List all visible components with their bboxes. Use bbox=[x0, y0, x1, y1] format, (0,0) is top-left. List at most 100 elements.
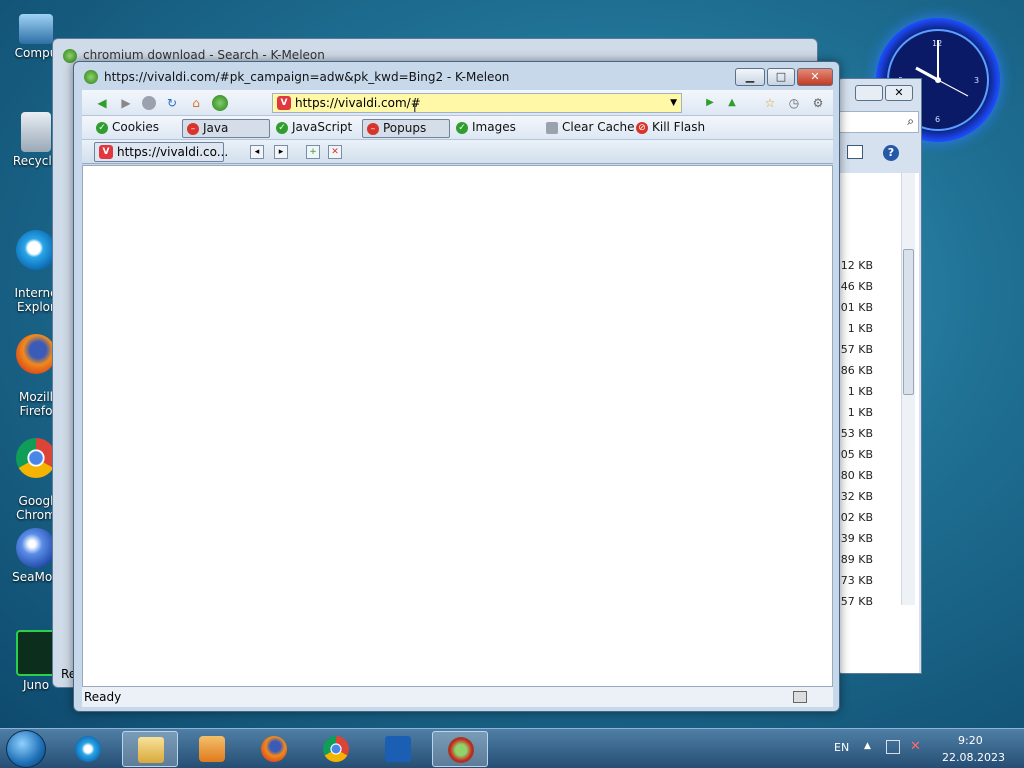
taskbar-media-player[interactable] bbox=[184, 731, 240, 767]
status-bar: Ready bbox=[82, 687, 833, 707]
desktop-icon-label: Juno bbox=[22, 678, 50, 692]
status-text: Ready bbox=[84, 690, 122, 704]
clear-cache-button[interactable]: Clear Cache bbox=[542, 119, 635, 138]
taskbar-kmeleon[interactable] bbox=[432, 731, 488, 767]
internet-explorer-icon bbox=[75, 736, 101, 762]
popups-toggle[interactable]: – Popups bbox=[362, 119, 450, 138]
trash-icon bbox=[546, 122, 558, 134]
firefox-icon bbox=[16, 334, 56, 374]
clock-time[interactable]: 9:20 bbox=[958, 734, 983, 747]
new-tab-icon[interactable]: + bbox=[306, 145, 320, 159]
tab-bar: V https://vivaldi.co... ◂ ▸ + ✕ bbox=[82, 140, 833, 164]
folder-icon bbox=[138, 737, 164, 763]
juno-icon bbox=[16, 630, 56, 676]
gear-icon[interactable]: ⚙ bbox=[810, 95, 826, 111]
chevron-down-icon[interactable]: ▼ bbox=[670, 94, 677, 112]
seamonkey-icon bbox=[16, 528, 56, 568]
firefox-icon bbox=[261, 736, 287, 762]
tray-expand-icon[interactable]: ▲ bbox=[864, 741, 871, 751]
forward-icon[interactable]: ▶ bbox=[118, 95, 134, 111]
images-toggle[interactable]: ✓ Images bbox=[452, 119, 516, 138]
taskbar-explorer[interactable] bbox=[122, 731, 178, 767]
check-icon: ✓ bbox=[96, 122, 108, 134]
desktop-icon-label: Mozill Firefo bbox=[19, 390, 53, 418]
toggle-label: JavaScript bbox=[292, 120, 353, 134]
scrollbar[interactable] bbox=[901, 173, 915, 605]
toggle-label: Kill Flash bbox=[652, 120, 706, 134]
bookmark-star-icon[interactable]: ☆ bbox=[762, 95, 778, 111]
javascript-toggle[interactable]: ✓ JavaScript bbox=[272, 119, 352, 138]
close-button[interactable]: ✕ bbox=[797, 68, 833, 86]
language-indicator[interactable]: EN bbox=[834, 741, 849, 754]
taskbar-chrome[interactable] bbox=[308, 731, 364, 767]
file-size-cell: 089 KB bbox=[836, 553, 873, 566]
file-size-cell: 1 KB bbox=[847, 406, 873, 419]
up-arrow-icon[interactable]: ▲ bbox=[724, 95, 740, 111]
vivaldi-favicon-icon: V bbox=[99, 145, 113, 159]
file-size-cell: 205 KB bbox=[836, 448, 873, 461]
taskbar-firefox[interactable] bbox=[246, 731, 302, 767]
taskbar-ie[interactable] bbox=[60, 731, 116, 767]
explorer-window[interactable]: ✕ ⌕ ? 12 KB 146 KB 501 KB 1 KB 057 KB 386 KB 1… bbox=[836, 78, 922, 674]
vivaldi-favicon-icon: V bbox=[277, 96, 291, 110]
reload-icon[interactable]: ↻ bbox=[164, 95, 180, 111]
network-icon[interactable] bbox=[886, 740, 900, 754]
start-button[interactable] bbox=[6, 730, 46, 768]
window-title: https://vivaldi.com/#pk_campaign=adw&pk_… bbox=[104, 70, 510, 84]
background-window-title: chromium download - Search - K-Meleon bbox=[83, 48, 325, 62]
file-size-cell: 146 KB bbox=[836, 280, 873, 293]
go-icon[interactable] bbox=[212, 95, 228, 111]
file-size-cell: 1 KB bbox=[847, 385, 873, 398]
volume-muted-icon[interactable]: ✕ bbox=[910, 739, 921, 754]
go-arrow-icon[interactable]: ▶ bbox=[702, 95, 718, 111]
minimize-button[interactable]: ▁ bbox=[735, 68, 765, 86]
close-button[interactable]: ✕ bbox=[885, 85, 913, 101]
search-box[interactable]: ⌕ bbox=[837, 111, 919, 133]
blocked-icon: – bbox=[187, 123, 199, 135]
url-field[interactable]: V https://vivaldi.com/# ▼ bbox=[272, 93, 682, 113]
chrome-icon bbox=[323, 736, 349, 762]
back-icon[interactable]: ◀ bbox=[94, 95, 110, 111]
tab-vivaldi[interactable]: V https://vivaldi.co... bbox=[94, 142, 228, 162]
file-size-cell: 386 KB bbox=[836, 364, 873, 377]
close-tab-icon[interactable]: ✕ bbox=[328, 145, 342, 159]
kill-flash-button[interactable]: ⊘ Kill Flash bbox=[632, 119, 705, 138]
kmeleon-icon bbox=[448, 737, 474, 763]
title-bar[interactable]: https://vivaldi.com/#pk_campaign=adw&pk_… bbox=[74, 62, 839, 92]
maximize-button[interactable] bbox=[855, 85, 883, 101]
file-size-cell: 653 KB bbox=[836, 427, 873, 440]
file-size-cell: 180 KB bbox=[836, 469, 873, 482]
navigation-toolbar: ◀ ▶ ↻ ⌂ V https://vivaldi.com/# ▼ ▶ ▲ ☆ … bbox=[82, 90, 833, 116]
file-size-cell: 501 KB bbox=[836, 301, 873, 314]
tab-prev-icon[interactable]: ◂ bbox=[250, 145, 264, 159]
privacy-toolbar: ✓ Cookies – Java ✓ JavaScript – Popups ✓… bbox=[82, 116, 833, 140]
java-toggle[interactable]: – Java bbox=[182, 119, 270, 138]
taskbar: EN ▲ ✕ 9:20 22.08.2023 bbox=[0, 728, 1024, 768]
maximize-button[interactable]: □ bbox=[767, 68, 795, 86]
internet-explorer-icon bbox=[16, 230, 56, 270]
file-size-cell: 1 KB bbox=[847, 322, 873, 335]
desktop-icon-label: Googl Chrom bbox=[16, 494, 56, 522]
clock-date[interactable]: 22.08.2023 bbox=[942, 751, 1005, 764]
home-icon[interactable]: ⌂ bbox=[188, 95, 204, 111]
url-text: https://vivaldi.com/# bbox=[295, 96, 421, 110]
scrollbar-thumb[interactable] bbox=[903, 249, 914, 395]
history-icon[interactable]: ◷ bbox=[786, 95, 802, 111]
toggle-label: Popups bbox=[383, 121, 427, 135]
file-size-cell: 673 KB bbox=[836, 574, 873, 587]
computer-icon bbox=[19, 14, 53, 44]
tab-next-icon[interactable]: ▸ bbox=[274, 145, 288, 159]
svg-text:3: 3 bbox=[974, 76, 979, 85]
file-size-cell: 902 KB bbox=[836, 511, 873, 524]
toggle-label: Clear Cache bbox=[562, 120, 635, 134]
check-icon: ✓ bbox=[456, 122, 468, 134]
preview-pane-icon[interactable] bbox=[847, 145, 863, 159]
browser-window[interactable]: https://vivaldi.com/#pk_campaign=adw&pk_… bbox=[73, 61, 840, 712]
kmeleon-icon bbox=[84, 70, 98, 84]
desktop-icon-label: Compu bbox=[14, 46, 58, 60]
taskbar-maxthon[interactable] bbox=[370, 731, 426, 767]
stop-icon[interactable] bbox=[142, 96, 156, 110]
page-content[interactable]: I bbox=[82, 101, 833, 687]
help-icon[interactable]: ? bbox=[883, 145, 899, 161]
cookies-toggle[interactable]: ✓ Cookies bbox=[92, 119, 159, 138]
